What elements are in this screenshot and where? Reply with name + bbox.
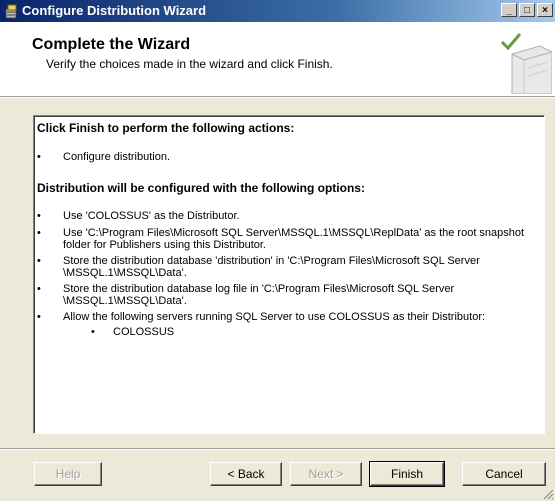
options-heading: Distribution will be configured with the… — [37, 181, 365, 195]
bullet-icon: • — [37, 311, 41, 323]
maximize-button[interactable]: □ — [519, 3, 535, 17]
summary-content: Click Finish to perform the following ac… — [37, 119, 541, 430]
header-divider — [0, 96, 555, 98]
finish-button[interactable]: Finish — [369, 461, 445, 487]
bullet-icon: • — [37, 151, 41, 163]
option-item: Use 'COLOSSUS' as the Distributor. — [63, 210, 240, 222]
window-title: Configure Distribution Wizard — [22, 3, 207, 18]
option-item: Store the distribution database log file… — [63, 283, 455, 307]
option-item: Use 'C:\Program Files\Microsoft SQL Serv… — [63, 227, 525, 251]
footer-divider — [0, 448, 555, 450]
bullet-icon: • — [37, 255, 41, 267]
window-controls: _ □ × — [501, 3, 553, 17]
option-item: Allow the following servers running SQL … — [63, 311, 486, 323]
resize-grip-icon[interactable] — [542, 488, 554, 500]
help-button[interactable]: Help — [34, 462, 102, 486]
bullet-icon: • — [91, 326, 95, 338]
actions-heading: Click Finish to perform the following ac… — [37, 121, 295, 135]
option-item: Store the distribution database 'distrib… — [63, 255, 480, 279]
bullet-icon: • — [37, 283, 41, 295]
action-item: Configure distribution. — [63, 151, 171, 163]
bullet-icon: • — [37, 227, 41, 239]
next-button[interactable]: Next > — [290, 462, 362, 486]
page-title: Complete the Wizard — [32, 36, 191, 53]
server-item: COLOSSUS — [113, 326, 175, 338]
page-subtitle: Verify the choices made in the wizard an… — [46, 57, 333, 71]
title-bar[interactable]: Configure Distribution Wizard _ □ × — [0, 0, 555, 22]
bullet-icon: • — [37, 210, 41, 222]
cancel-button[interactable]: Cancel — [462, 462, 546, 486]
summary-box[interactable]: Click Finish to perform the following ac… — [33, 115, 545, 434]
wizard-app-icon — [5, 4, 17, 19]
back-button[interactable]: < Back — [210, 462, 282, 486]
close-button[interactable]: × — [537, 3, 553, 17]
wizard-header: Complete the Wizard Verify the choices m… — [0, 22, 555, 96]
wizard-window: Configure Distribution Wizard _ □ × Comp… — [0, 0, 555, 501]
server-checkmark-icon — [500, 33, 552, 94]
minimize-button[interactable]: _ — [501, 3, 517, 17]
